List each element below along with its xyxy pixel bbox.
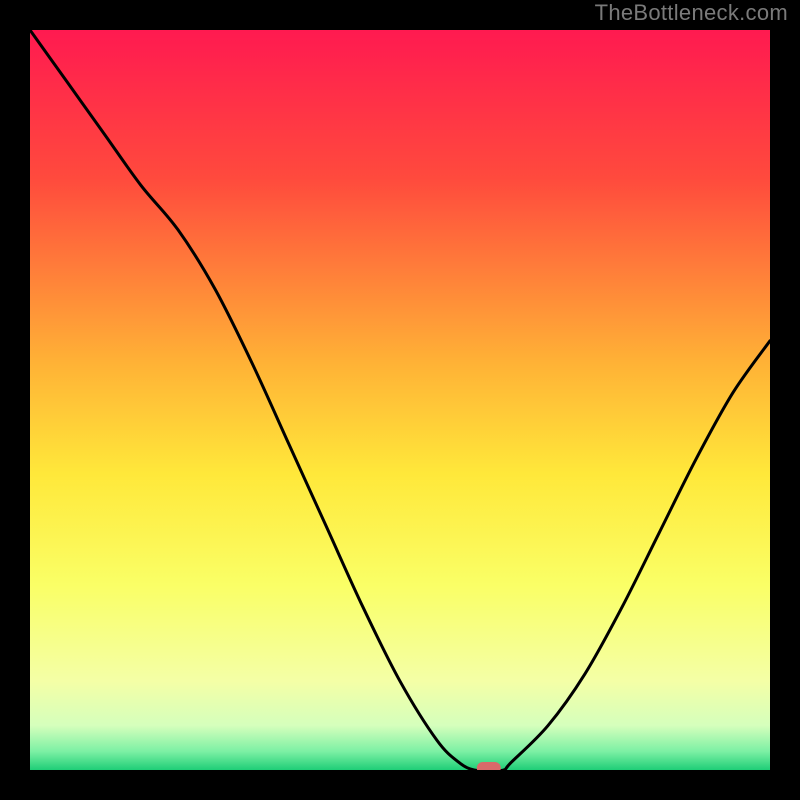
plot-area	[30, 30, 770, 770]
curve-layer	[30, 30, 770, 770]
optimal-point-marker	[477, 762, 501, 770]
chart-outer-frame: TheBottleneck.com	[0, 0, 800, 800]
watermark-text: TheBottleneck.com	[595, 0, 788, 26]
bottleneck-curve	[30, 30, 770, 770]
